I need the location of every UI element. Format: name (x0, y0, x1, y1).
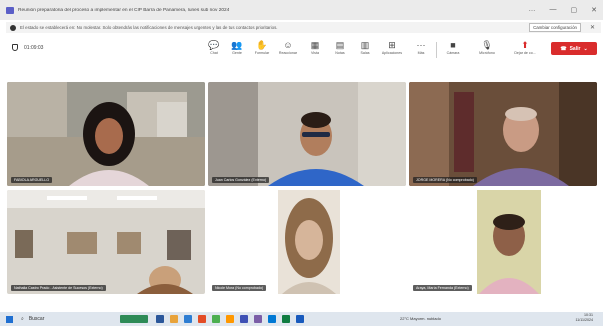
outlook-icon[interactable] (268, 315, 276, 323)
share-button[interactable]: ⬆ Dejar de co... (514, 39, 536, 55)
participant-tile[interactable]: Juan Carlos González (Externo) (208, 82, 406, 186)
chat-button[interactable]: 💬 Chat (203, 39, 225, 55)
rooms-icon: ▥ (360, 40, 370, 50)
teams-icon[interactable] (254, 315, 262, 323)
participant-name: Nicole Mora (No comprobado) (212, 285, 267, 291)
search-icon: ⌕ (21, 316, 24, 322)
pinned-app-icon[interactable] (120, 315, 148, 323)
participant-tile[interactable]: JORGE MORERA (No comprobado) (409, 82, 597, 186)
raise-hand-button[interactable]: ✋ Formular (251, 39, 273, 55)
more-icon: ··· (416, 40, 426, 50)
minimize-icon[interactable]: — (550, 6, 557, 14)
people-button[interactable]: 👥 Gente (226, 39, 248, 55)
reactions-icon: ☺ (283, 40, 293, 50)
windows-start-icon[interactable] (6, 315, 13, 323)
participant-tile[interactable]: Nathalia Castro Prado - Asistente de Suc… (7, 190, 205, 294)
camera-button[interactable]: ■ Cámara (442, 39, 464, 55)
more-options-icon[interactable]: … (529, 6, 536, 14)
apps-button[interactable]: ⊞ Aplicaciones (381, 39, 403, 55)
window-title: Reunión preparatoria del proceso a imple… (18, 7, 230, 13)
participant-name: Juan Carlos González (Externo) (212, 177, 270, 183)
microphone-button[interactable]: 🎙 Micrófono (476, 39, 498, 55)
meeting-toolbar: 01:09:03 💬 Chat 👥 Gente ✋ Formular ☺ Rea… (0, 36, 603, 62)
excel-icon[interactable] (282, 315, 290, 323)
participant-video (208, 82, 406, 186)
participant-video (409, 82, 597, 186)
participant-name: JORGE MORERA (No comprobado) (413, 177, 477, 183)
participant-video (208, 190, 406, 294)
meeting-timer: 01:09:03 (24, 44, 44, 51)
phone-hangup-icon: ☎ (560, 45, 567, 52)
more-button[interactable]: ··· Más (410, 39, 432, 55)
app-icon[interactable] (226, 315, 234, 323)
shield-icon (12, 44, 18, 51)
notes-button[interactable]: ▤ Notas (329, 39, 351, 55)
close-icon[interactable]: ✕ (591, 6, 597, 14)
reactions-button[interactable]: ☺ Reaccionar (277, 39, 299, 55)
rooms-button[interactable]: ▥ Salas (354, 39, 376, 55)
participant-tile[interactable]: FABIOLA ARGUELLO (7, 82, 205, 186)
taskbar-search[interactable]: ⌕ Buscar (21, 316, 44, 322)
chat-icon: 💬 (208, 40, 220, 50)
window-controls: … — ▢ ✕ (529, 6, 598, 14)
edge-icon[interactable] (184, 315, 192, 323)
camera-icon: ■ (450, 40, 456, 50)
maximize-icon[interactable]: ▢ (571, 6, 578, 14)
participant-video (7, 190, 205, 294)
participant-name: FABIOLA ARGUELLO (11, 177, 53, 183)
word-icon[interactable] (296, 315, 304, 323)
office-icon[interactable] (198, 315, 206, 323)
taskbar: ⌕ Buscar 22°C Mayorm. nublado 10:31 11/1… (0, 312, 603, 326)
video-stage: FABIOLA ARGUELLO Juan Carlos González (E… (0, 62, 603, 312)
notes-icon: ▤ (335, 40, 345, 50)
participant-video (7, 82, 205, 186)
view-button[interactable]: ▦ Vista (304, 39, 326, 55)
teams-logo-icon (6, 6, 14, 14)
participant-name: Nathalia Castro Prado - Asistente de Suc… (11, 285, 106, 291)
people-icon: 👥 (231, 40, 243, 50)
banner-text: El estado se establecerá en: No molestar… (20, 25, 278, 30)
chevron-down-icon: ⌄ (583, 45, 588, 52)
share-icon: ⬆ (521, 40, 529, 50)
status-banner: El estado se establecerá en: No molestar… (6, 22, 601, 33)
view-icon: ▦ (310, 40, 320, 50)
app-icon[interactable] (240, 315, 248, 323)
participant-name: Araya, María Fernanda (Externo) (413, 285, 472, 291)
meeting-timer-group: 01:09:03 (12, 44, 43, 51)
system-clock[interactable]: 10:31 11/11/2024 (576, 313, 593, 323)
leave-button[interactable]: ☎ Salir ⌄ (551, 42, 597, 55)
participant-tile[interactable]: Nicole Mora (No comprobado) (208, 190, 406, 294)
chrome-icon[interactable] (212, 315, 220, 323)
mic-icon: 🎙 (481, 40, 493, 50)
change-settings-button[interactable]: Cambiar configuración (529, 23, 581, 32)
toolbar-divider (436, 42, 437, 58)
info-icon (10, 24, 16, 31)
raise-hand-icon: ✋ (256, 40, 268, 50)
weather-status[interactable]: 22°C Mayorm. nublado (400, 316, 441, 321)
file-explorer-icon[interactable] (170, 315, 178, 323)
dismiss-banner-icon[interactable]: ✕ (590, 24, 595, 31)
task-view-icon[interactable] (156, 315, 164, 323)
window-title-bar: Reunión preparatoria del proceso a imple… (0, 0, 603, 20)
apps-icon: ⊞ (388, 40, 396, 50)
participant-tile[interactable]: Araya, María Fernanda (Externo) (409, 190, 597, 294)
participant-video (409, 190, 597, 294)
